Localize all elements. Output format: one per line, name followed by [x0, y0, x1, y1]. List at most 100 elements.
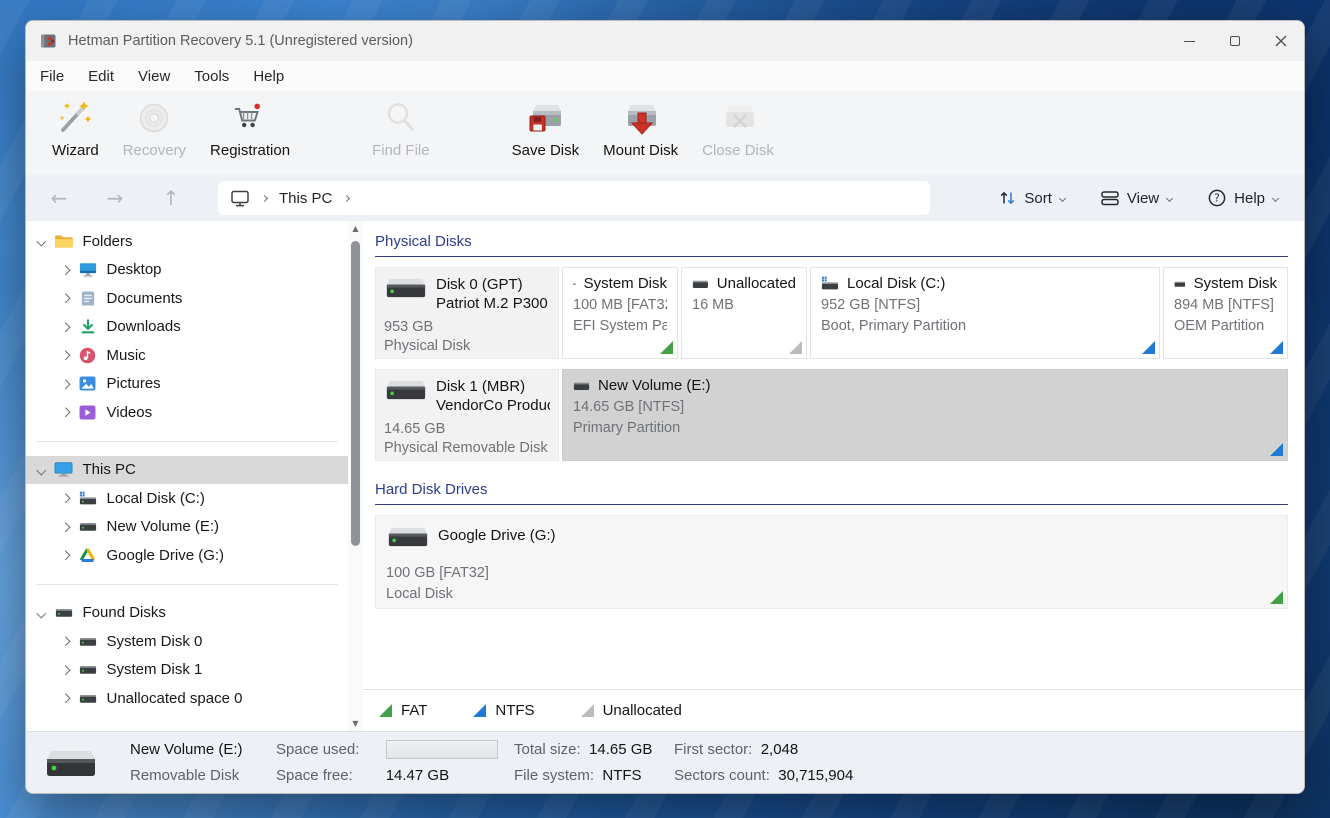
drive-card-google-drive-g[interactable]: Google Drive (G:) 100 GB [FAT32] Local D… [375, 515, 1288, 609]
close-disk-button[interactable]: Close Disk [690, 97, 786, 161]
breadcrumb-this-pc[interactable]: This PC [279, 190, 332, 207]
documents-icon [78, 289, 98, 307]
this-pc-icon [54, 461, 74, 479]
wizard-icon [54, 99, 96, 139]
toolbar-label: Registration [210, 142, 290, 159]
chevron-collapsed-icon[interactable] [61, 265, 70, 274]
partition-name: Unallocated [717, 275, 796, 292]
maximize-button[interactable] [1212, 21, 1258, 61]
view-icon [1101, 190, 1119, 206]
sidebar-item-found-disks[interactable]: Found Disks [26, 599, 348, 628]
partition-name: System Disk [584, 275, 667, 292]
sidebar-item-local-disk-c[interactable]: Local Disk (C:) [26, 484, 348, 513]
chevron-collapsed-icon[interactable] [61, 494, 70, 503]
legend-label: Unallocated [603, 702, 682, 719]
maximize-icon [1230, 36, 1240, 46]
sidebar-item-label: Folders [83, 233, 133, 250]
sidebar-item-system-disk-0[interactable]: System Disk 0 [26, 627, 348, 656]
scroll-up-icon[interactable]: ▲ [348, 224, 363, 233]
wizard-button[interactable]: Wizard [40, 97, 111, 161]
system-drive-icon [78, 489, 98, 507]
menu-file[interactable]: File [28, 68, 76, 85]
menu-bar: File Edit View Tools Help [26, 61, 1304, 91]
drive-icon [78, 632, 98, 650]
up-button[interactable]: ↑ [158, 186, 184, 210]
status-volume-name: New Volume (E:) [130, 741, 276, 758]
save-disk-button[interactable]: Save Disk [500, 97, 592, 161]
chevron-collapsed-icon[interactable] [61, 665, 70, 674]
sidebar-item-new-volume-e[interactable]: New Volume (E:) [26, 513, 348, 542]
chevron-collapsed-icon[interactable] [61, 294, 70, 303]
partition-card-efi-system[interactable]: System Disk 100 MB [FAT32] EFI System Pa… [562, 267, 678, 359]
back-button[interactable]: ← [46, 186, 72, 210]
chevron-expanded-icon[interactable] [37, 608, 46, 617]
chevron-expanded-icon[interactable] [37, 465, 46, 474]
sidebar-item-desktop[interactable]: Desktop [26, 256, 348, 285]
mount-disk-button[interactable]: Mount Disk [591, 97, 690, 161]
partition-card-oem[interactable]: System Disk 894 MB [NTFS] OEM Partition [1163, 267, 1288, 359]
menu-help[interactable]: Help [241, 68, 296, 85]
sidebar-item-downloads[interactable]: Downloads [26, 313, 348, 342]
chevron-collapsed-icon[interactable] [61, 408, 70, 417]
chevron-collapsed-icon[interactable] [61, 551, 70, 560]
toolbar-label: Find File [372, 142, 430, 159]
this-pc-icon [230, 189, 250, 208]
menu-edit[interactable]: Edit [76, 68, 126, 85]
sidebar-item-unallocated-space-0[interactable]: Unallocated space 0 [26, 684, 348, 713]
partition-card-unallocated[interactable]: Unallocated 16 MB [681, 267, 807, 359]
breadcrumb-chevron-icon [343, 194, 350, 201]
section-title-physical-disks: Physical Disks [375, 233, 1288, 257]
disk1-info-card[interactable]: Disk 1 (MBR) VendorCo ProductCo 14.65 GB… [375, 369, 559, 461]
toolbar-label: Close Disk [702, 142, 774, 159]
forward-button[interactable]: → [102, 186, 128, 210]
address-bar[interactable]: This PC [218, 181, 930, 215]
sidebar-item-music[interactable]: Music [26, 341, 348, 370]
navigation-bar: ← → ↑ This PC Sort [26, 175, 1304, 221]
close-button[interactable] [1258, 21, 1304, 61]
chevron-collapsed-icon[interactable] [61, 522, 70, 531]
chevron-collapsed-icon[interactable] [61, 637, 70, 646]
minimize-button[interactable] [1166, 21, 1212, 61]
drive-icon [54, 604, 74, 622]
sort-button[interactable]: Sort [999, 190, 1065, 207]
menu-tools[interactable]: Tools [182, 68, 241, 85]
help-button[interactable]: ? Help [1208, 189, 1278, 207]
close-disk-icon [718, 99, 758, 139]
menu-view[interactable]: View [126, 68, 182, 85]
sidebar-item-this-pc[interactable]: This PC [26, 456, 348, 485]
recovery-button[interactable]: Recovery [111, 97, 198, 161]
sidebar-item-folders[interactable]: Folders [26, 227, 348, 256]
sort-label: Sort [1024, 190, 1052, 207]
registration-button[interactable]: Registration [198, 97, 302, 161]
partition-card-new-volume-e-selected[interactable]: New Volume (E:) 14.65 GB [NTFS] Primary … [562, 369, 1288, 461]
fs-marker-unallocated [789, 341, 802, 354]
sidebar-scrollbar[interactable]: ▲ ▼ [348, 221, 363, 731]
view-button[interactable]: View [1101, 190, 1172, 207]
music-icon [78, 346, 98, 364]
mount-disk-icon [621, 99, 661, 139]
sidebar-item-pictures[interactable]: Pictures [26, 370, 348, 399]
chevron-collapsed-icon[interactable] [61, 379, 70, 388]
partition-card-local-disk-c[interactable]: Local Disk (C:) 952 GB [NTFS] Boot, Prim… [810, 267, 1160, 359]
sidebar-item-videos[interactable]: Videos [26, 398, 348, 427]
chevron-collapsed-icon[interactable] [61, 694, 70, 703]
drive-icon [1174, 278, 1186, 290]
find-file-button[interactable]: Find File [360, 97, 442, 161]
downloads-icon [78, 318, 98, 336]
sidebar-item-documents[interactable]: Documents [26, 284, 348, 313]
toolbar: Wizard Recovery Registration [26, 91, 1304, 175]
scroll-down-icon[interactable]: ▼ [348, 719, 363, 728]
partition-type: Primary Partition [573, 420, 1277, 436]
disk0-info-card[interactable]: Disk 0 (GPT) Patriot M.2 P300 102 953 GB… [375, 267, 559, 359]
chevron-collapsed-icon[interactable] [61, 322, 70, 331]
sidebar-item-google-drive-g[interactable]: Google Drive (G:) [26, 541, 348, 570]
partition-type: Boot, Primary Partition [821, 318, 1149, 334]
disk-name: Disk 0 (GPT) [436, 275, 550, 294]
sidebar-item-system-disk-1[interactable]: System Disk 1 [26, 656, 348, 685]
chevron-expanded-icon[interactable] [37, 237, 46, 246]
scrollbar-thumb[interactable] [351, 241, 360, 546]
drive-icon [78, 661, 98, 679]
chevron-collapsed-icon[interactable] [61, 351, 70, 360]
toolbar-label: Wizard [52, 142, 99, 159]
close-icon [1275, 35, 1287, 47]
